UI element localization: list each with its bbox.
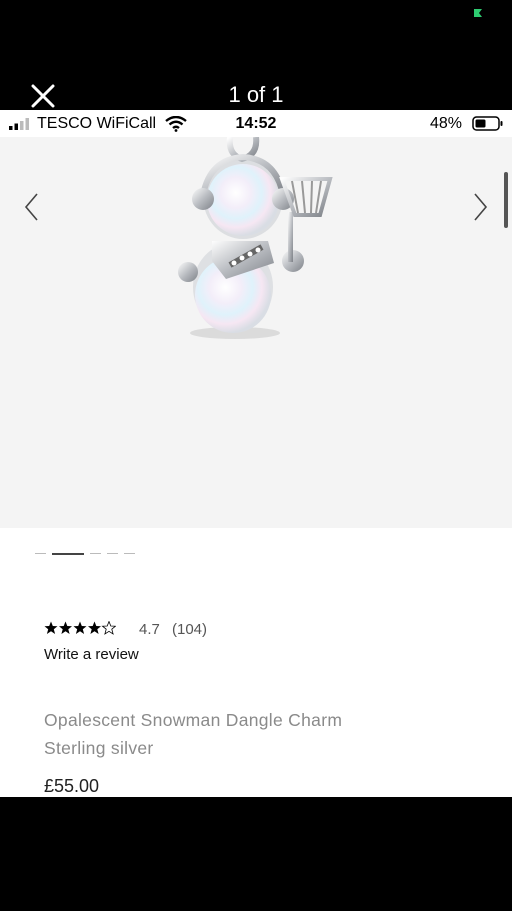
product-title: Opalescent Snowman Dangle Charm bbox=[44, 710, 343, 730]
pager-dot[interactable] bbox=[35, 553, 46, 554]
star-rating-icon bbox=[44, 621, 116, 635]
pager-dot[interactable] bbox=[90, 553, 101, 554]
chevron-right-icon[interactable] bbox=[470, 192, 490, 222]
camera-indicator-icon bbox=[474, 9, 482, 17]
status-bar: TESCO WiFiCall 14:52 48% bbox=[0, 110, 512, 137]
product-material: Sterling silver bbox=[44, 738, 154, 758]
rating-score: 4.7 bbox=[139, 621, 160, 638]
product-gallery[interactable] bbox=[0, 137, 512, 528]
pager-dot[interactable] bbox=[124, 553, 135, 554]
scrollbar-thumb[interactable] bbox=[504, 172, 508, 228]
image-counter: 1 of 1 bbox=[228, 82, 284, 107]
viewer-bar: 1 of 1 bbox=[0, 78, 512, 110]
product-price: £55.00 bbox=[44, 776, 100, 796]
product-image bbox=[178, 137, 333, 339]
screenshot-content: TESCO WiFiCall 14:52 48% 4.7 (104) Write… bbox=[0, 110, 512, 797]
pager-dot[interactable] bbox=[107, 553, 118, 554]
pager-dot-active[interactable] bbox=[52, 553, 84, 555]
battery-icon bbox=[472, 116, 503, 131]
write-review-link[interactable]: Write a review bbox=[44, 646, 139, 663]
chevron-left-icon[interactable] bbox=[22, 192, 42, 222]
review-count[interactable]: (104) bbox=[172, 621, 207, 638]
battery-percent: 48% bbox=[430, 115, 463, 132]
